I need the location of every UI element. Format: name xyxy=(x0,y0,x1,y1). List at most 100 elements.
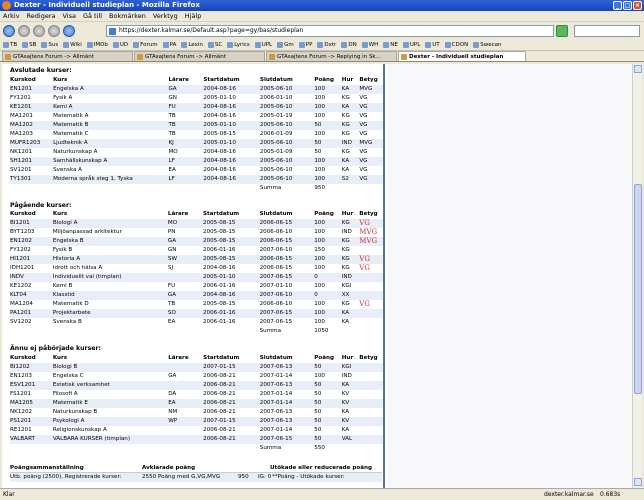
table-cell: 2005-08-15 xyxy=(202,237,260,246)
table-cell: KV xyxy=(341,391,350,397)
bookmark-item[interactable]: PA xyxy=(162,40,177,50)
table-cell: 100 xyxy=(314,319,325,325)
table-row: SV1202 Svenska B EA 2006-01-16 2007-06-15 100… xyxy=(10,318,383,327)
bookmark-item[interactable]: DN xyxy=(341,40,357,50)
bookmark-item[interactable]: Lyrics xyxy=(227,40,250,50)
bookmark-item[interactable]: SB xyxy=(22,40,36,50)
table-cell: Fysik B xyxy=(52,247,73,253)
scroll-down-icon[interactable] xyxy=(634,478,642,486)
bookmark-icon xyxy=(317,42,324,48)
bookmark-label: UPL xyxy=(409,41,421,48)
forward-icon[interactable] xyxy=(18,25,30,37)
bookmark-item[interactable]: Forum xyxy=(133,40,158,50)
navigation-toolbar: https://dexter.kalmar.se/Default.asp?pag… xyxy=(0,22,644,40)
table-cell xyxy=(359,246,383,255)
bookmark-icon xyxy=(3,42,9,48)
table-cell: EN1201 xyxy=(10,85,54,94)
bookmark-item[interactable]: Sus xyxy=(41,40,58,50)
browser-tab[interactable]: Dexter - Individuell studieplan xyxy=(398,51,526,61)
table-row: VALBART VALBARA KURSER (timplan) 2006-08-2… xyxy=(10,435,383,444)
browser-tab[interactable]: GTAsajtens Forum -> Allmänt xyxy=(2,51,133,61)
table-cell: 2005-06-10 xyxy=(259,167,293,173)
bookmark-item[interactable]: Wiki xyxy=(63,40,82,50)
menu-item[interactable]: Redigera xyxy=(27,11,56,21)
bookmark-item[interactable]: WH xyxy=(361,40,378,50)
menu-item[interactable]: Visa xyxy=(62,11,75,21)
bookmark-item[interactable]: Swecan xyxy=(473,40,501,50)
table-cell: 2006-06-15 xyxy=(259,237,315,246)
table-cell: GA xyxy=(167,237,203,246)
table-cell: KV xyxy=(341,399,360,408)
minimize-button[interactable]: _ xyxy=(613,1,622,10)
table-cell: 50 xyxy=(314,381,342,390)
reload-icon[interactable] xyxy=(33,25,45,37)
table-row: PA1201 Projektarbete SO 2006-01-16 2007-06-1… xyxy=(10,309,383,318)
table-cell: MVG xyxy=(359,237,383,246)
bookmark-item[interactable]: Lexin xyxy=(181,40,203,50)
bookmark-icon xyxy=(133,42,140,48)
bookmark-item[interactable]: PP xyxy=(298,40,312,50)
bookmark-item[interactable]: UD xyxy=(112,40,128,50)
table-cell: EN1203 xyxy=(10,373,32,379)
table-cell: 2007-01-10 xyxy=(259,283,293,289)
table-cell: 2006-06-15 xyxy=(259,255,315,264)
bookmark-item[interactable]: Dxtr xyxy=(317,40,336,50)
bookmark-item[interactable]: CDON xyxy=(444,40,468,50)
menu-item[interactable]: Bokmärken xyxy=(109,11,146,21)
home-icon[interactable] xyxy=(63,25,75,37)
maximize-button[interactable]: □ xyxy=(623,1,632,10)
table-row: MA1201 Matematik A TB 2004-08-16 2005-01-19 1… xyxy=(10,112,383,121)
table-cell xyxy=(359,381,383,390)
bookmark-item[interactable]: NE xyxy=(383,40,398,50)
bookmark-item[interactable]: UPL xyxy=(254,40,272,50)
search-input[interactable] xyxy=(574,25,640,37)
menu-item[interactable]: Gå till xyxy=(83,11,102,21)
menu-item[interactable]: Hjälp xyxy=(185,11,202,21)
table-cell: 2006-01-16 xyxy=(202,247,236,253)
table-cell: 2004-08-16 xyxy=(203,157,260,166)
table-cell: KG xyxy=(341,95,350,101)
table-cell: 2005-01-10 xyxy=(203,121,260,130)
address-bar[interactable]: https://dexter.kalmar.se/Default.asp?pag… xyxy=(106,25,554,37)
table-cell: 100 xyxy=(314,265,325,271)
bookmark-item[interactable]: UPL xyxy=(402,40,421,50)
table-cell: BI1202 xyxy=(10,363,53,372)
status-text: Klar xyxy=(3,491,15,498)
bookmark-item[interactable]: SC xyxy=(207,40,222,50)
close-button[interactable]: × xyxy=(633,1,642,10)
browser-tab[interactable]: GTAsajtens Forum -> Replying in Sk... xyxy=(266,51,397,61)
table-cell xyxy=(359,399,383,408)
table-cell: FY1201 xyxy=(10,95,31,101)
go-button[interactable] xyxy=(556,25,568,37)
bookmark-icon xyxy=(383,42,390,48)
table-cell: Svenska A xyxy=(53,167,82,173)
table-cell: 2005-01-10 xyxy=(202,273,260,282)
firefox-icon xyxy=(2,1,11,10)
table-row: PS1201 Psykologi A WP 2007-01-15 2007-06-13 5… xyxy=(10,417,383,426)
table-cell: 2006-08-21 xyxy=(203,409,236,415)
table-cell: 2005-06-10 xyxy=(259,103,315,112)
table-cell xyxy=(359,435,383,444)
bookmark-item[interactable]: IMDb xyxy=(86,40,108,50)
vertical-scrollbar[interactable] xyxy=(632,64,642,488)
table-cell: 100 xyxy=(314,219,342,228)
menu-item[interactable]: Verktyg xyxy=(153,11,178,21)
browser-tab[interactable]: GTAsajtens Forum -> Allmänt xyxy=(134,51,265,61)
table-row: FY1201 Fysik A GN 2005-01-10 2006-01-10 100 KG… xyxy=(10,94,383,103)
bookmark-item[interactable]: TB xyxy=(3,40,17,50)
table-cell: 100 xyxy=(314,283,325,289)
menu-item[interactable]: Arkiv xyxy=(3,11,20,21)
table-cell xyxy=(53,444,168,453)
scroll-up-icon[interactable] xyxy=(634,65,642,73)
bookmark-label: PA xyxy=(169,41,177,48)
bookmark-item[interactable]: UT xyxy=(425,40,440,50)
window-title: Dexter - Individuell studieplan - Mozill… xyxy=(14,1,200,9)
tab-favicon xyxy=(401,54,407,60)
scrollbar-thumb[interactable] xyxy=(634,184,642,394)
stop-icon[interactable] xyxy=(48,25,60,37)
table-cell: 2006-01-16 xyxy=(202,283,236,289)
table-cell: 2007-01-14 xyxy=(259,427,293,433)
table-cell xyxy=(359,444,383,453)
bookmark-item[interactable]: Gm xyxy=(277,40,294,50)
back-icon[interactable] xyxy=(3,25,15,37)
